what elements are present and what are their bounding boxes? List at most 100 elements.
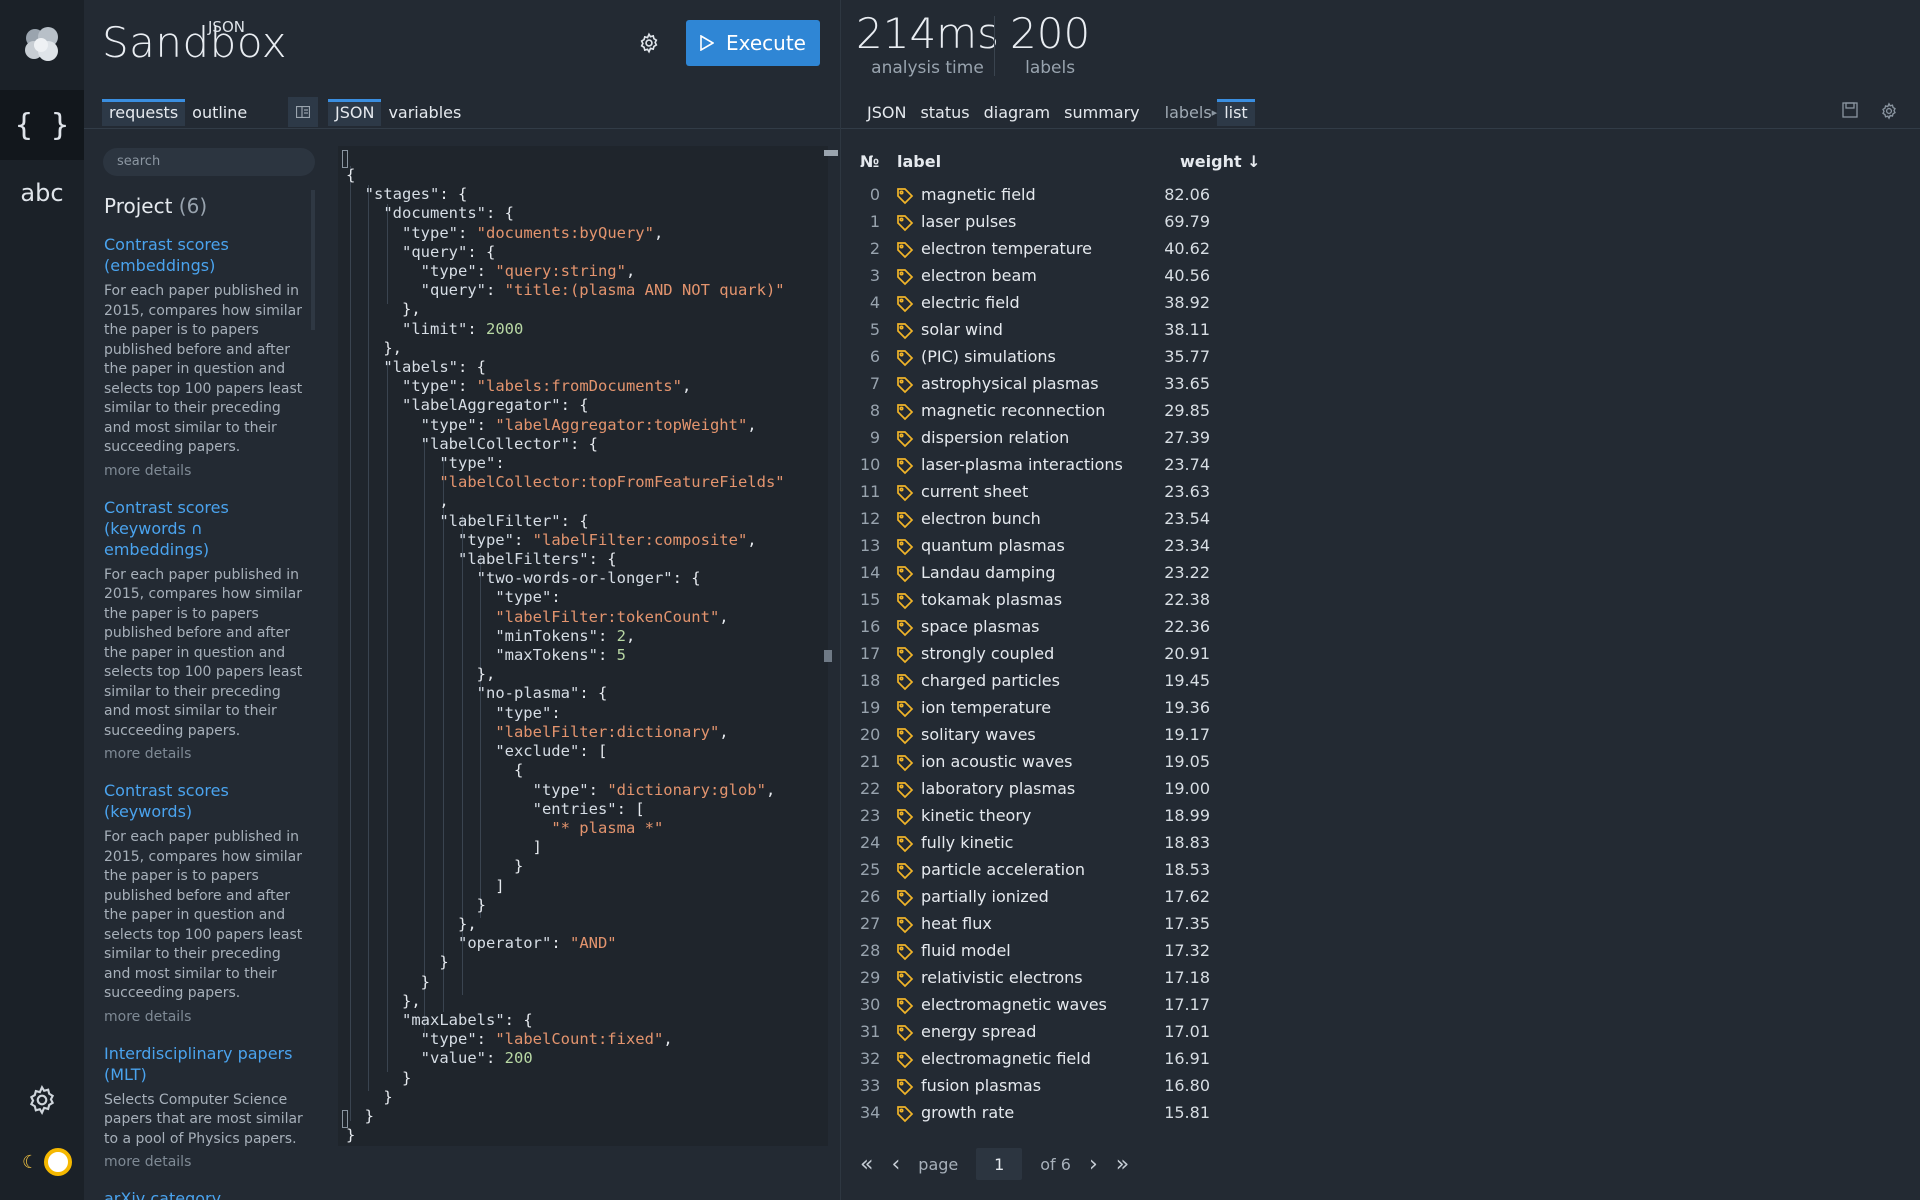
label-row[interactable]: 27 heat flux 17.35 <box>860 911 1260 938</box>
code-line: "documents": { <box>383 204 514 223</box>
project-item-name[interactable]: Contrast scores (keywords) <box>104 780 304 822</box>
project-item-name[interactable]: Contrast scores (keywords ∩ embeddings) <box>104 497 304 560</box>
label-row[interactable]: 34 growth rate 15.81 <box>860 1100 1260 1127</box>
label-row[interactable]: 33 fusion plasmas 16.80 <box>860 1073 1260 1100</box>
label-row[interactable]: 7 astrophysical plasmas 33.65 <box>860 371 1260 398</box>
label-text: solitary waves <box>921 725 1036 744</box>
labels-nav[interactable]: abc <box>0 158 84 228</box>
label-row[interactable]: 2 electron temperature 40.62 <box>860 236 1260 263</box>
json-sandbox-nav[interactable]: { } <box>0 90 84 160</box>
more-details-link[interactable]: more details <box>104 746 304 762</box>
more-details-link[interactable]: more details <box>104 1009 304 1025</box>
save-icon[interactable] <box>1842 102 1858 118</box>
col-weight-header[interactable]: weight ↓ <box>1180 152 1261 171</box>
col-label-header[interactable]: label <box>897 152 941 171</box>
label-row[interactable]: 20 solitary waves 19.17 <box>860 722 1260 749</box>
gear-icon[interactable] <box>26 1084 58 1116</box>
more-details-link[interactable]: more details <box>104 463 304 479</box>
label-row[interactable]: 26 partially ionized 17.62 <box>860 884 1260 911</box>
project-item-name[interactable]: Interdisciplinary papers (MLT) <box>104 1043 304 1085</box>
tab-list[interactable]: list <box>1217 98 1255 126</box>
tab-outline[interactable]: outline <box>185 99 254 126</box>
execute-button[interactable]: Execute <box>686 20 820 66</box>
code-line: }, <box>346 991 421 1010</box>
label-row[interactable]: 19 ion temperature 19.36 <box>860 695 1260 722</box>
moon-icon[interactable]: ☾ <box>22 1152 38 1173</box>
more-details-link[interactable]: more details <box>104 1154 304 1170</box>
label-row[interactable]: 0 magnetic field 82.06 <box>860 182 1260 209</box>
tab-variables[interactable]: variables <box>381 99 468 126</box>
col-number-header[interactable]: № <box>860 152 879 171</box>
project-item[interactable]: Contrast scores (keywords) For each paper… <box>104 780 304 1025</box>
code-line: }, <box>346 914 477 933</box>
editor-scrollbar-top[interactable] <box>824 150 838 156</box>
project-item-name[interactable]: Contrast scores (embeddings) <box>104 234 304 276</box>
theme-toggle[interactable] <box>44 1148 72 1176</box>
tab-status[interactable]: status <box>913 99 976 126</box>
label-row[interactable]: 21 ion acoustic waves 19.05 <box>860 749 1260 776</box>
label-row[interactable]: 17 strongly coupled 20.91 <box>860 641 1260 668</box>
label-row[interactable]: 22 laboratory plasmas 19.00 <box>860 776 1260 803</box>
label-row[interactable]: 23 kinetic theory 18.99 <box>860 803 1260 830</box>
label-row[interactable]: 6 (PIC) simulations 35.77 <box>860 344 1260 371</box>
cloud-logo-icon[interactable] <box>20 22 64 66</box>
project-item-desc: For each paper published in 2015, compar… <box>104 566 303 739</box>
first-page-icon[interactable]: « <box>860 1152 873 1177</box>
label-row[interactable]: 12 electron bunch 23.54 <box>860 506 1260 533</box>
last-page-icon[interactable]: » <box>1116 1152 1129 1177</box>
left-scrollbar[interactable] <box>311 190 315 330</box>
label-row[interactable]: 13 quantum plasmas 23.34 <box>860 533 1260 560</box>
prev-page-icon[interactable]: ‹ <box>891 1152 900 1177</box>
label-row[interactable]: 1 laser pulses 69.79 <box>860 209 1260 236</box>
label-row[interactable]: 32 electromagnetic field 16.91 <box>860 1046 1260 1073</box>
label-row[interactable]: 24 fully kinetic 18.83 <box>860 830 1260 857</box>
tag-icon <box>897 863 914 880</box>
label-weight: 19.05 <box>1164 752 1210 771</box>
label-row[interactable]: 29 relativistic electrons 17.18 <box>860 965 1260 992</box>
project-item-name[interactable]: arXiv category suggestions <box>104 1188 304 1200</box>
code-line: "type": "documents:byQuery", <box>402 223 664 242</box>
label-row[interactable]: 11 current sheet 23.63 <box>860 479 1260 506</box>
code-line: } <box>346 972 430 991</box>
settings-gear-icon[interactable] <box>638 32 660 54</box>
code-line: "type": "query:string", <box>420 262 636 281</box>
label-row[interactable]: 10 laser-plasma interactions 23.74 <box>860 452 1260 479</box>
project-item[interactable]: Contrast scores (embeddings) For each pap… <box>104 234 304 479</box>
tab-summary[interactable]: summary <box>1057 99 1147 126</box>
label-row[interactable]: 3 electron beam 40.56 <box>860 263 1260 290</box>
project-item[interactable]: arXiv category suggestions <box>104 1188 304 1200</box>
label-row[interactable]: 25 particle acceleration 18.53 <box>860 857 1260 884</box>
label-row[interactable]: 16 space plasmas 22.36 <box>860 614 1260 641</box>
result-settings-icon[interactable] <box>1880 102 1898 120</box>
tab-requests[interactable]: requests <box>102 98 186 126</box>
next-page-icon[interactable]: › <box>1089 1152 1098 1177</box>
label-row[interactable]: 18 charged particles 19.45 <box>860 668 1260 695</box>
tab-result-json[interactable]: JSON <box>860 99 913 126</box>
label-row[interactable]: 15 tokamak plasmas 22.38 <box>860 587 1260 614</box>
search-input[interactable]: search <box>103 148 315 176</box>
labels-count-label: labels <box>1025 58 1076 78</box>
json-code[interactable]: { "stages": { "documents": { "type": "do… <box>346 166 785 1145</box>
project-item[interactable]: Contrast scores (keywords ∩ embeddings) F… <box>104 497 304 763</box>
project-item[interactable]: Interdisciplinary papers (MLT) Selects Co… <box>104 1043 304 1171</box>
label-row[interactable]: 31 energy spread 17.01 <box>860 1019 1260 1046</box>
page-input[interactable]: 1 <box>976 1148 1023 1180</box>
panel-toggle-icon[interactable] <box>288 97 318 127</box>
label-weight: 16.91 <box>1164 1049 1210 1068</box>
tab-labels[interactable]: labels <box>1147 99 1212 126</box>
tab-json[interactable]: JSON <box>328 98 382 126</box>
label-row[interactable]: 28 fluid model 17.32 <box>860 938 1260 965</box>
label-row[interactable]: 5 solar wind 38.11 <box>860 317 1260 344</box>
labels-count-value: 200 <box>1010 9 1091 58</box>
panel-divider[interactable] <box>840 0 841 1200</box>
editor-scrollbar-thumb[interactable] <box>824 650 832 662</box>
label-row[interactable]: 8 magnetic reconnection 29.85 <box>860 398 1260 425</box>
label-row[interactable]: 4 electric field 38.92 <box>860 290 1260 317</box>
label-row[interactable]: 14 Landau damping 23.22 <box>860 560 1260 587</box>
label-row[interactable]: 9 dispersion relation 27.39 <box>860 425 1260 452</box>
label-row[interactable]: 30 electromagnetic waves 17.17 <box>860 992 1260 1019</box>
tab-diagram[interactable]: diagram <box>977 99 1058 126</box>
row-number: 22 <box>860 779 881 798</box>
code-line: }, <box>346 665 496 684</box>
tag-icon <box>897 566 914 583</box>
